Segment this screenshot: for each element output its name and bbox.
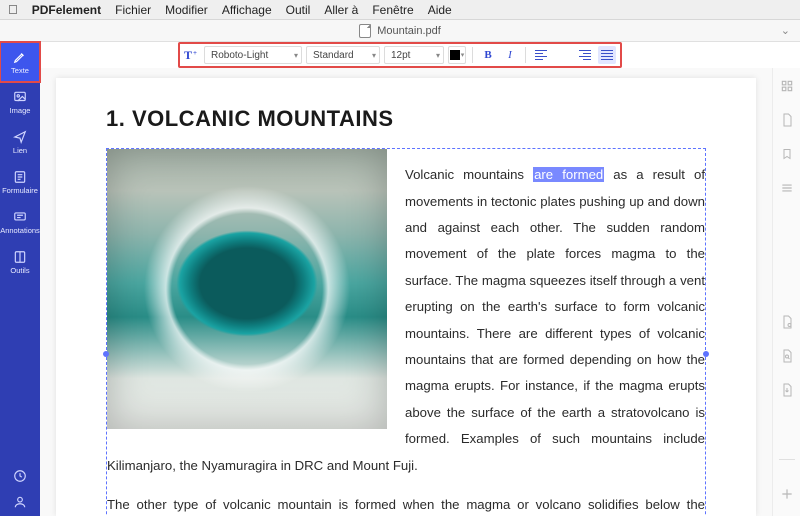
menu-outil[interactable]: Outil <box>286 3 311 17</box>
chevron-down-icon: ▾ <box>436 51 440 60</box>
image-icon <box>12 89 28 105</box>
menu-aide[interactable]: Aide <box>428 3 452 17</box>
sidebar-item-label: Outils <box>10 267 29 275</box>
sidebar-item-label: Texte <box>11 67 29 75</box>
chevron-down-icon: ▾ <box>294 51 298 60</box>
editable-text-frame[interactable]: Volcanic mountains are formed as a resul… <box>106 148 706 516</box>
document-canvas[interactable]: 1. VOLCANIC MOUNTAINS Volcanic mountains… <box>40 68 772 516</box>
align-justify-button[interactable] <box>598 46 616 64</box>
export-page-icon[interactable] <box>779 382 795 398</box>
bold-button[interactable]: B <box>479 46 497 64</box>
window-titlebar: Mountain.pdf ⌄ <box>0 20 800 42</box>
sidebar-item-label: Lien <box>13 147 27 155</box>
add-text-icon[interactable]: T+ <box>184 47 200 63</box>
add-panel-icon[interactable] <box>779 486 795 502</box>
text-formatting-toolbar: T+ Roboto-Light ▾ Standard ▾ 12pt ▾ ▾ B … <box>178 42 622 68</box>
user-icon[interactable] <box>12 494 28 510</box>
sidebar-item-lien[interactable]: Lien <box>0 122 40 162</box>
sidebar-item-annotations[interactable]: Annotations <box>0 202 40 242</box>
left-sidebar: Texte Image Lien Formulaire <box>0 68 40 516</box>
page-heading[interactable]: 1. VOLCANIC MOUNTAINS <box>106 106 706 132</box>
pdf-page: 1. VOLCANIC MOUNTAINS Volcanic mountains… <box>56 78 756 516</box>
font-family-value: Roboto-Light <box>211 50 268 61</box>
svg-text:+: + <box>193 49 197 57</box>
chevron-down-icon: ▾ <box>372 51 376 60</box>
align-center-button[interactable] <box>554 46 572 64</box>
volcano-image[interactable] <box>107 149 387 429</box>
font-size-value: 12pt <box>391 50 410 61</box>
tools-icon <box>12 249 28 265</box>
font-style-value: Standard <box>313 50 354 61</box>
font-family-dropdown[interactable]: Roboto-Light ▾ <box>204 46 302 64</box>
font-size-dropdown[interactable]: 12pt ▾ <box>384 46 444 64</box>
bookmark-icon[interactable] <box>779 146 795 162</box>
italic-button[interactable]: I <box>501 46 519 64</box>
sidebar-item-label: Formulaire <box>2 187 38 195</box>
link-icon <box>12 129 28 145</box>
body-paragraph-2[interactable]: The other type of volcanic mountain is f… <box>107 492 705 516</box>
mac-menubar:  PDFelement Fichier Modifier Affichage … <box>0 0 800 20</box>
list-icon[interactable] <box>779 180 795 196</box>
sidebar-item-formulaire[interactable]: Formulaire <box>0 162 40 202</box>
app-name[interactable]: PDFelement <box>32 3 101 17</box>
form-icon <box>12 169 28 185</box>
panel-separator <box>779 459 795 460</box>
sidebar-item-label: Annotations <box>0 227 40 235</box>
page-icon[interactable] <box>779 112 795 128</box>
menu-aller-a[interactable]: Aller à <box>324 3 358 17</box>
menu-fichier[interactable]: Fichier <box>115 3 151 17</box>
menu-modifier[interactable]: Modifier <box>165 3 208 17</box>
grid-icon[interactable] <box>779 78 795 94</box>
annotation-icon <box>12 209 28 225</box>
selected-text[interactable]: are formed <box>533 167 604 182</box>
resize-handle-left[interactable] <box>103 351 109 357</box>
svg-text:T: T <box>184 48 192 62</box>
right-panel <box>772 68 800 516</box>
font-style-dropdown[interactable]: Standard ▾ <box>306 46 380 64</box>
attachment-icon[interactable] <box>779 314 795 330</box>
toolbar-separator <box>525 47 526 63</box>
sidebar-item-label: Image <box>10 107 31 115</box>
sidebar-item-texte[interactable]: Texte <box>0 42 40 82</box>
pencil-icon <box>12 49 28 65</box>
toolbar-separator <box>472 47 473 63</box>
apple-menu-icon[interactable]:  <box>8 2 18 17</box>
resize-handle-right[interactable] <box>703 351 709 357</box>
font-color-picker[interactable]: ▾ <box>448 46 466 64</box>
text-run: Volcanic mountains <box>405 167 533 182</box>
menu-fenetre[interactable]: Fenêtre <box>372 3 413 17</box>
formatting-toolbar-row: T+ Roboto-Light ▾ Standard ▾ 12pt ▾ ▾ B … <box>0 42 800 68</box>
align-left-button[interactable] <box>532 46 550 64</box>
document-icon <box>359 24 371 38</box>
titlebar-expand-icon[interactable]: ⌄ <box>781 24 790 37</box>
align-right-button[interactable] <box>576 46 594 64</box>
color-swatch-black <box>450 50 460 60</box>
search-page-icon[interactable] <box>779 348 795 364</box>
chevron-down-icon: ▾ <box>461 51 465 59</box>
sidebar-item-outils[interactable]: Outils <box>0 242 40 282</box>
history-icon[interactable] <box>12 468 28 484</box>
workspace: Texte Image Lien Formulaire <box>0 68 800 516</box>
document-filename: Mountain.pdf <box>377 25 441 37</box>
sidebar-item-image[interactable]: Image <box>0 82 40 122</box>
menu-affichage[interactable]: Affichage <box>222 3 272 17</box>
text-run: The other type of volcanic mountain is f… <box>107 497 705 516</box>
